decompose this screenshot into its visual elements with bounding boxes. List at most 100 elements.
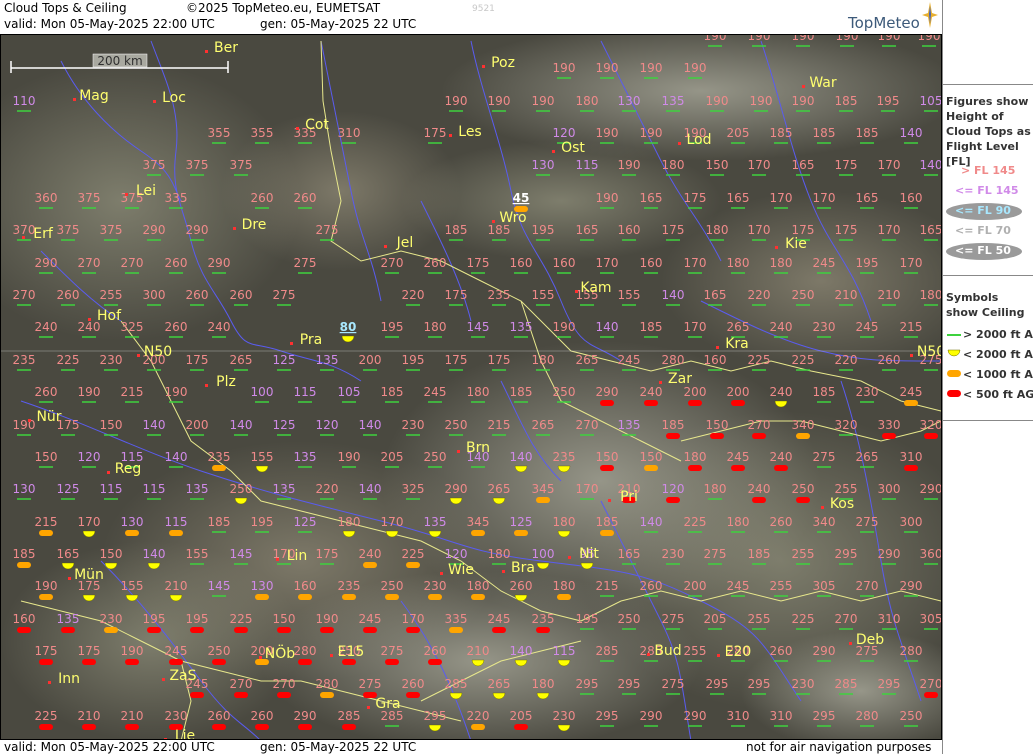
cloud-top-value: 275 [856, 515, 879, 529]
cloud-top-value: 140 [143, 418, 166, 432]
city-label: NÖb [265, 644, 295, 662]
cloud-top-value: 195 [251, 515, 274, 529]
cloud-top-value: 200 [684, 385, 707, 399]
cloud-top-value: 115 [294, 385, 317, 399]
cloud-top-value: 190 [596, 126, 619, 140]
cloud-top-value: 170 [748, 158, 771, 172]
ceiling-1000-icon [212, 465, 226, 471]
cloud-top-value: 185 [445, 223, 468, 237]
cloud-top-value: 255 [684, 644, 707, 658]
city-dot [205, 384, 208, 387]
cloud-top-value: 140 [165, 450, 188, 464]
cloud-top-value: 270 [121, 256, 144, 270]
city-label: Pri [620, 489, 638, 505]
cloud-top-value: 170 [596, 256, 619, 270]
cloud-top-value: 215 [596, 579, 619, 593]
cloud-top-value: 120 [662, 482, 685, 496]
city-dot [492, 220, 495, 223]
city-label: Wie [448, 562, 474, 578]
cloud-top-value: 140 [900, 126, 923, 140]
cloud-top-value: 115 [165, 515, 188, 529]
cloud-top-value: 220 [748, 288, 771, 302]
legend-panel: Figures show Height of Cloud Tops as Fli… [942, 0, 1033, 754]
cloud-top-value: 225 [792, 612, 815, 626]
cloud-top-value: 235 [488, 288, 511, 302]
cloud-top-value: 270 [13, 288, 36, 302]
ceiling-1000-icon [600, 530, 614, 536]
cloud-top-value: 265 [727, 320, 750, 334]
ceiling-500-icon [277, 692, 291, 698]
cloud-top-value: 280 [662, 353, 685, 367]
cloud-top-value: 275 [359, 677, 382, 691]
legend-sym-2000: < 2000 ft AGL [963, 348, 1033, 361]
cloud-top-value: 100 [532, 547, 555, 561]
cloud-top-value: 155 [186, 547, 209, 561]
cloud-top-value: 235 [553, 450, 576, 464]
city-dot [73, 98, 76, 101]
ceiling-500-icon [428, 659, 442, 665]
cloud-top-value: 100 [251, 385, 274, 399]
cloud-top-value: 150 [640, 450, 663, 464]
city-dot [775, 246, 778, 249]
ceiling-500-icon [190, 627, 204, 633]
cloud-top-value: 115 [553, 644, 576, 658]
cloud-top-value: 205 [381, 450, 404, 464]
cloud-top-value: 160 [704, 353, 727, 367]
cloud-top-value: 130 [121, 515, 144, 529]
city-dot [48, 681, 51, 684]
cloud-top-value: 190 [684, 61, 707, 75]
cloud-top-value: 180 [770, 256, 793, 270]
cloud-top-point: 45 [513, 191, 530, 212]
cloud-top-value: 270 [78, 256, 101, 270]
cloud-top-value: 125 [294, 515, 317, 529]
map-canvas[interactable]: 200 km 190 190 190 190 190 190 190 190 190 190 110… [1, 35, 942, 740]
cloud-top-value: 190 [836, 35, 859, 43]
legend-item-fl145: <= FL 145 [955, 184, 1019, 197]
ceiling-500-icon [774, 465, 788, 471]
cloud-top-value: 260 [208, 709, 231, 723]
cloud-top-value: 200 [186, 418, 209, 432]
cloud-top-value: 135 [57, 612, 80, 626]
cloud-top-value: 290 [294, 709, 317, 723]
cloud-top-value: 140 [230, 418, 253, 432]
legend-divider [943, 275, 1033, 276]
cloud-top-value: 240 [359, 547, 382, 561]
legend-symbols-title: Symbols show Ceiling [946, 291, 1025, 319]
cloud-top-value: 230 [402, 418, 425, 432]
cloud-top-value: 180 [488, 547, 511, 561]
cloud-top-value: 155 [251, 450, 274, 464]
cloud-top-value: 225 [684, 515, 707, 529]
cloud-top-value: 295 [748, 677, 771, 691]
cloud-top-value: 195 [877, 94, 900, 108]
ceiling-1000-icon [644, 465, 658, 471]
cloud-top-value: 175 [684, 191, 707, 205]
cloud-top-value: 185 [662, 418, 685, 432]
cloud-top-value: 290 [920, 482, 942, 496]
cloud-top-value: 270 [576, 418, 599, 432]
cloud-top-value: 190 [918, 35, 941, 43]
cloud-top-value: 260 [402, 677, 425, 691]
cloud-top-value: 250 [445, 418, 468, 432]
city-label: Nür [36, 409, 61, 425]
cloud-top-value: 255 [792, 547, 815, 561]
ceiling-500-icon [169, 659, 183, 665]
ceiling-1000-icon [449, 627, 463, 633]
satellite-map[interactable]: 200 km 190 190 190 190 190 190 190 190 190 190 110… [0, 34, 942, 740]
cloud-top-value: 180 [706, 223, 729, 237]
city-dot [233, 227, 236, 230]
cloud-top-value: 165 [792, 158, 815, 172]
cloud-top-value: 180 [727, 256, 750, 270]
cloud-top-value: 240 [208, 320, 231, 334]
cloud-top-value: 215 [900, 320, 923, 334]
cloud-top-value: 190 [445, 94, 468, 108]
cloud-top-value: 45 [513, 191, 530, 205]
cloud-top-value: 275 [813, 450, 836, 464]
legend-heights-title: Figures show Height of Cloud Tops as Fli… [946, 95, 1031, 168]
map-title: Cloud Tops & Ceiling [4, 1, 127, 15]
ceiling-500-icon [904, 465, 918, 471]
cloud-top-value: 195 [381, 320, 404, 334]
ceiling-500-icon [536, 627, 550, 633]
cloud-top-value: 325 [121, 320, 144, 334]
city-dot [28, 419, 31, 422]
cloud-top-value: 180 [920, 288, 942, 302]
